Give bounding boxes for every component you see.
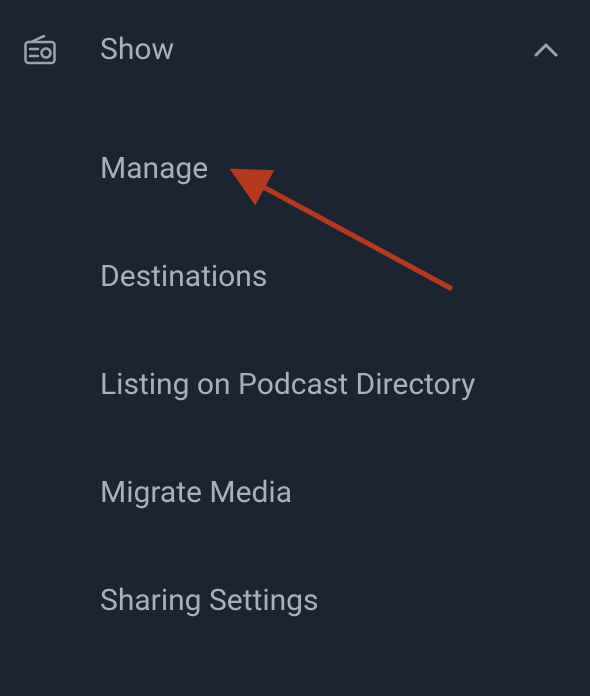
sidebar-section-show[interactable]: Show (24, 26, 566, 95)
sidebar: Show Manage Destinations Listing on Podc… (0, 0, 590, 655)
sidebar-item-label: Sharing Settings (100, 583, 319, 618)
chevron-up-icon (532, 36, 560, 64)
sidebar-submenu: Manage Destinations Listing on Podcast D… (24, 95, 566, 655)
sidebar-item-label: Listing on Podcast Directory (100, 367, 475, 402)
sidebar-item-label: Destinations (100, 259, 267, 294)
radio-icon (24, 34, 56, 66)
sidebar-item-manage[interactable]: Manage (100, 115, 566, 223)
sidebar-item-sharing-settings[interactable]: Sharing Settings (100, 547, 566, 655)
sidebar-section-title: Show (100, 32, 174, 67)
sidebar-item-listing-podcast-directory[interactable]: Listing on Podcast Directory (100, 331, 566, 439)
sidebar-item-label: Manage (100, 151, 208, 186)
sidebar-item-label: Migrate Media (100, 475, 292, 510)
sidebar-item-destinations[interactable]: Destinations (100, 223, 566, 331)
sidebar-item-migrate-media[interactable]: Migrate Media (100, 439, 566, 547)
